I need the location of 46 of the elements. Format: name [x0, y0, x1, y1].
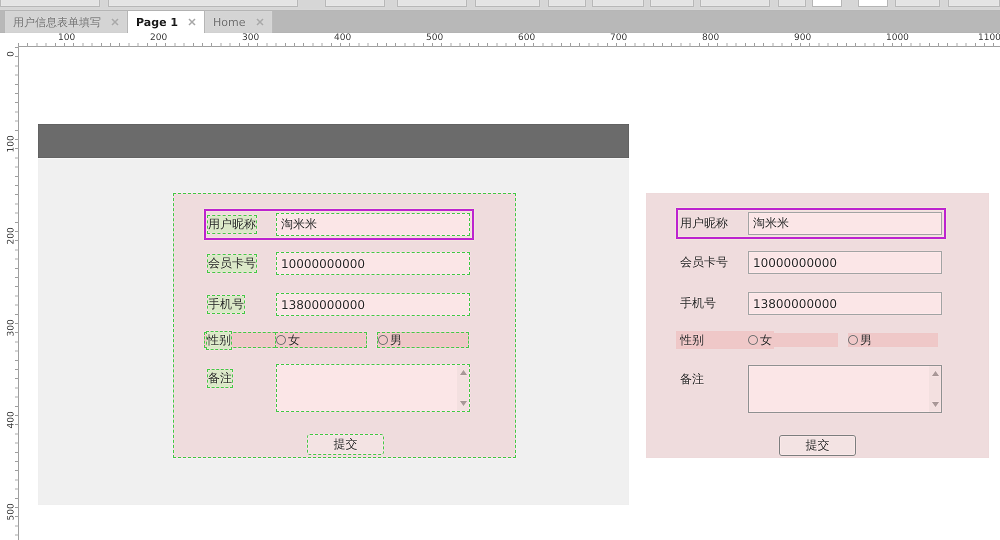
input-field[interactable]: 10000000000: [748, 251, 942, 274]
ruler-label: 1000: [886, 33, 909, 43]
field-label: 手机号: [208, 296, 244, 313]
radio-option[interactable]: 男: [848, 333, 938, 347]
text-area[interactable]: [276, 364, 470, 412]
ruler-label: 700: [610, 33, 628, 43]
field-label: 会员卡号: [680, 254, 728, 271]
radio-option[interactable]: 男: [377, 332, 469, 348]
field-label: 手机号: [680, 295, 716, 312]
field-label: 备注: [680, 371, 704, 388]
ruler-label: 200: [150, 33, 168, 43]
radio-option[interactable]: 女: [275, 332, 367, 348]
close-icon[interactable]: [188, 18, 196, 26]
ruler-label: 400: [334, 33, 352, 43]
field-label: 用户昵称: [208, 216, 256, 233]
ruler-label: 300: [242, 33, 260, 43]
field-label: 性别: [680, 332, 704, 348]
field-label: 会员卡号: [208, 255, 256, 272]
input-field[interactable]: 13800000000: [748, 292, 942, 315]
submit-button[interactable]: 提交: [779, 435, 856, 456]
radio-option[interactable]: 女: [748, 333, 838, 347]
field-label: 备注: [208, 370, 232, 387]
scroll-down-icon[interactable]: [460, 401, 466, 406]
ruler-label: 900: [794, 33, 812, 43]
submit-button[interactable]: 提交: [307, 434, 384, 455]
ruler-label: 100: [58, 33, 76, 43]
field-label: 用户昵称: [680, 215, 728, 232]
form-panel[interactable]: 用户昵称 淘米米 会员卡号 10000000000 手机号 13800000000 性别 女 男 备注 提交: [646, 193, 989, 458]
input-field[interactable]: 淘米米: [276, 213, 470, 236]
page-tab[interactable]: Page 1: [128, 11, 206, 33]
text-area[interactable]: [748, 365, 942, 413]
input-field[interactable]: 10000000000: [276, 252, 470, 275]
ruler-label: 1100: [978, 33, 1000, 43]
ruler-label: 800: [702, 33, 720, 43]
form-panel[interactable]: 用户昵称 淘米米 会员卡号 10000000000 手机号 13800000000 性别 女 男 备注 提交: [173, 193, 516, 458]
scroll-up-icon[interactable]: [460, 370, 466, 375]
close-icon[interactable]: [111, 18, 119, 26]
ruler-label: 0: [6, 50, 16, 59]
scroll-down-icon[interactable]: [932, 402, 938, 407]
ruler-label: 500: [426, 33, 444, 43]
ruler-label: 600: [518, 33, 536, 43]
field-label: 性别: [207, 332, 231, 348]
input-field[interactable]: 13800000000: [276, 293, 470, 316]
close-icon[interactable]: [256, 18, 264, 26]
scroll-up-icon[interactable]: [932, 371, 938, 376]
input-field[interactable]: 淘米米: [748, 212, 942, 235]
